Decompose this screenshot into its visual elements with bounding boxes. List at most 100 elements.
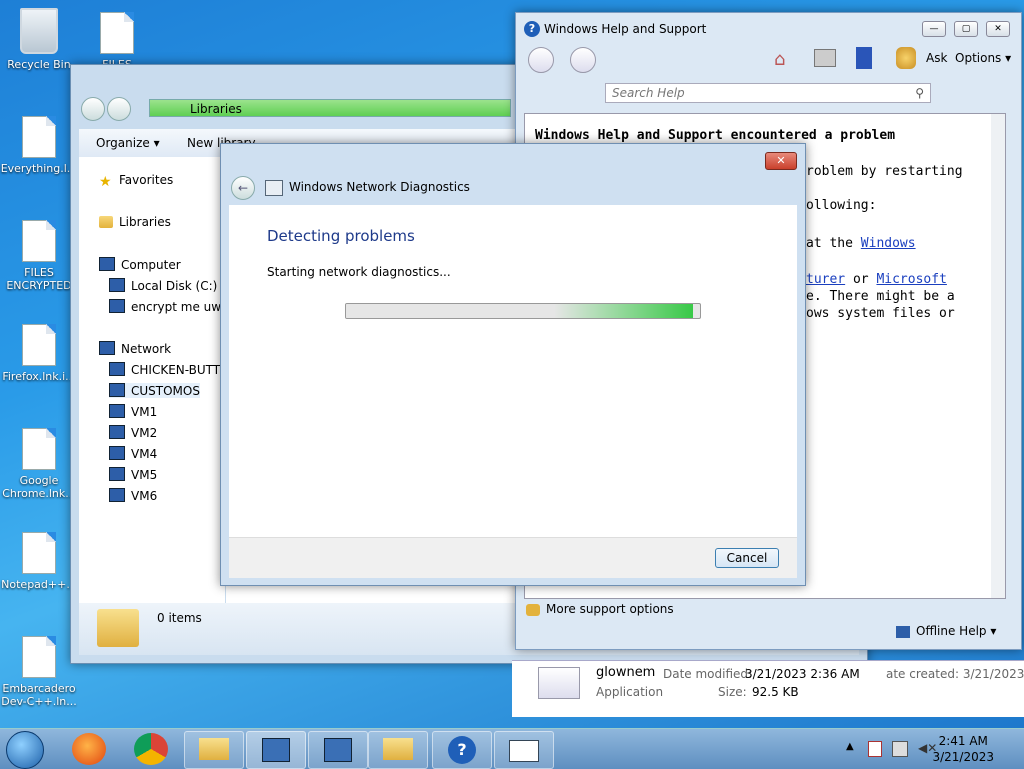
desktop-icon-label: Everything.l... [0,162,78,175]
start-button[interactable] [6,731,44,769]
file-icon [22,532,56,574]
maximize-button[interactable]: ▢ [954,21,978,37]
nav-network-computer[interactable]: VM5 [109,467,157,482]
nav-label: Computer [121,258,181,272]
organize-button[interactable]: Organize ▾ [96,136,160,150]
desktop-icon-label: Firefox.lnk.i... [2,370,76,383]
vertical-scrollbar[interactable] [991,114,1005,598]
computer-icon [109,488,125,502]
address-text: Libraries [190,102,242,116]
nav-favorites[interactable]: ★ Favorites [99,173,173,190]
nav-encrypt-drive[interactable]: encrypt me uwu ( [109,299,237,314]
forward-button[interactable] [107,97,131,121]
taskbar-explorer-button-2[interactable] [368,731,428,769]
offline-help-button[interactable]: Offline Help ▾ [916,624,996,638]
nav-network-computer[interactable]: CHICKEN-BUTT [109,362,220,377]
star-icon: ★ [99,174,112,190]
nav-local-disk[interactable]: Local Disk (C:) [109,278,217,293]
file-icon [22,220,56,262]
navigation-pane: ★ Favorites Libraries Computer Local Disk… [79,157,237,603]
back-button[interactable] [81,97,105,121]
taskbar-network-button[interactable] [246,731,306,769]
help-text-line: turer or Microsoft [806,272,947,287]
address-bar[interactable]: Libraries [149,99,511,117]
action-center-icon[interactable] [868,741,882,757]
file-icon [22,116,56,158]
nav-network-computer[interactable]: CUSTOMOS [109,383,200,398]
window-title: Windows Help and Support [544,22,707,36]
search-icon[interactable]: ⚲ [915,84,924,102]
desktop-icon-everything[interactable]: Everything.l... [0,116,78,175]
desktop-icon-devcpp[interactable]: Embarcadero Dev-C++.ln... [0,636,78,708]
help-icon: ? [524,21,540,37]
close-button[interactable]: ✕ [765,152,797,170]
print-icon[interactable] [814,49,836,67]
forward-button[interactable] [570,47,596,73]
cancel-button[interactable]: Cancel [715,548,779,568]
diagnostics-icon [265,180,283,196]
minimize-button[interactable]: — [922,21,946,37]
dialog-footer: Cancel [229,537,797,578]
file-icon [22,324,56,366]
nav-libraries[interactable]: Libraries [99,215,171,229]
windows-link[interactable]: Windows [861,236,916,251]
desktop-icon-recycle-bin[interactable]: Recycle Bin [0,8,78,71]
network-diagnostics-dialog[interactable]: ✕ ← Windows Network Diagnostics Detectin… [220,143,806,586]
taskbar-network-button-2[interactable] [308,731,368,769]
microsoft-link[interactable]: Microsoft [876,272,946,287]
nav-label: CHICKEN-BUTT [131,363,221,377]
ask-icon[interactable] [896,47,916,69]
drive-icon [109,299,125,313]
desktop-icon-files-encrypted[interactable]: FILES ENCRYPTED [0,220,78,292]
firefox-icon[interactable] [72,733,106,765]
back-button[interactable] [528,47,554,73]
desktop-icon-chrome[interactable]: Google Chrome.lnk... [0,428,78,500]
file-name: glownem [596,665,656,680]
network-tray-icon[interactable] [892,741,908,757]
nav-label: VM1 [131,405,158,419]
error-heading: Windows Help and Support encountered a p… [535,128,896,143]
desktop-icon-firefox[interactable]: Firefox.lnk.i... [0,324,78,383]
show-hidden-icons[interactable]: ▲ [846,741,854,752]
ask-button[interactable]: Ask [926,51,947,65]
status-heading: Detecting problems [267,227,415,245]
taskbar-help-button[interactable]: ? [432,731,492,769]
nav-network-computer[interactable]: VM6 [109,488,157,503]
options-button[interactable]: Options ▾ [955,51,1011,65]
computer-icon [109,362,125,376]
more-support-link[interactable]: More support options [546,602,674,616]
search-help-input[interactable]: Search Help ⚲ [605,83,931,103]
help-text-line: ollowing: [806,198,877,213]
taskbar-app-button[interactable] [494,731,554,769]
offline-help-icon [896,626,910,638]
clock[interactable]: 2:41 AM 3/21/2023 [932,733,994,765]
browse-help-icon[interactable] [856,47,872,69]
chrome-icon[interactable] [134,733,168,765]
computer-icon [109,404,125,418]
nav-label: CUSTOMOS [131,384,200,398]
drive-icon [109,278,125,292]
nav-network[interactable]: Network [99,341,171,356]
back-button[interactable]: ← [231,176,255,200]
desktop-icon-notepad[interactable]: Notepad++... [0,532,78,591]
manufacturer-link[interactable]: turer [806,272,845,287]
desktop-icon-label: Embarcadero Dev-C++.ln... [1,682,77,708]
date-modified-label: Date modified: [663,667,753,681]
home-icon[interactable]: ⌂ [774,49,785,70]
date-modified-value: 3/21/2023 2:36 AM [745,667,860,681]
date-created: ate created: 3/21/2023 2:3 [886,667,1024,681]
computer-icon [109,467,125,481]
support-icon [526,604,540,616]
size-label: Size: [718,685,747,699]
nav-label: Network [121,342,172,356]
nav-computer[interactable]: Computer [99,257,181,272]
nav-network-computer[interactable]: VM4 [109,446,157,461]
close-button[interactable]: ✕ [986,21,1010,37]
nav-network-computer[interactable]: VM2 [109,425,157,440]
desktop-icon-files[interactable]: FILES [78,12,156,71]
taskbar-explorer-button[interactable] [184,731,244,769]
desktop-icon-label: Recycle Bin [7,58,71,71]
nav-network-computer[interactable]: VM1 [109,404,157,419]
dialog-body: Detecting problems Starting network diag… [229,205,797,537]
progress-fill [346,304,693,318]
